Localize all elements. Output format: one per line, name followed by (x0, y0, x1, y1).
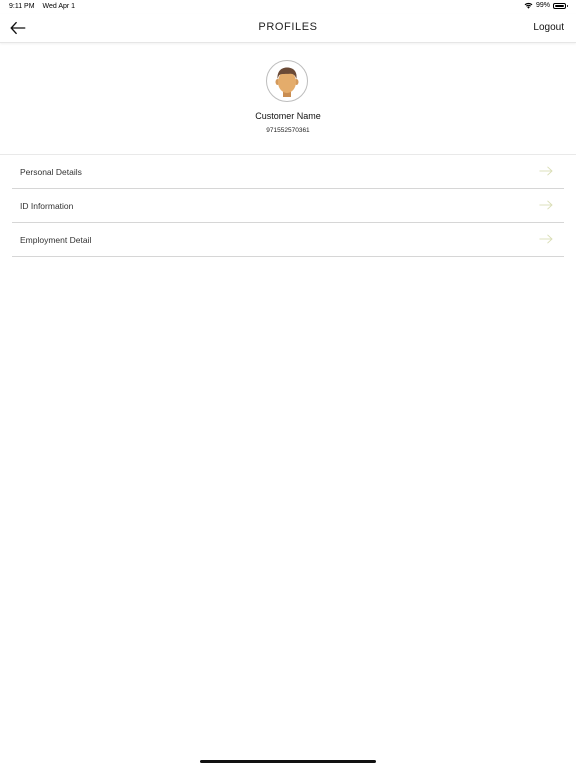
menu-item-personal-details[interactable]: Personal Details (12, 155, 564, 189)
menu-item-id-information[interactable]: ID Information (12, 189, 564, 223)
arrow-right-icon (539, 234, 553, 244)
wifi-icon (524, 2, 533, 9)
battery-tip (566, 4, 568, 7)
menu-item-label: Personal Details (20, 167, 82, 177)
avatar[interactable] (266, 60, 308, 102)
arrow-right-icon (539, 166, 553, 176)
profiles-screen: 9:11 PM Wed Apr 1 99% PROFILES Logout Cu… (0, 0, 576, 768)
customer-name: Customer Name (255, 111, 321, 121)
nav-bar: PROFILES Logout (0, 14, 576, 43)
status-time: 9:11 PM (9, 3, 35, 10)
page-title: PROFILES (258, 21, 318, 33)
status-date: Wed Apr 1 (42, 3, 76, 10)
battery-icon (553, 2, 568, 9)
menu-item-label: Employment Detail (20, 235, 92, 245)
profile-menu-list: Personal Details ID Information Employme… (12, 155, 564, 257)
menu-item-employment-detail[interactable]: Employment Detail (12, 223, 564, 257)
customer-phone: 971552570361 (266, 127, 310, 134)
arrow-right-icon (539, 200, 553, 210)
profile-header: Customer Name 971552570361 (0, 42, 576, 154)
menu-item-label: ID Information (20, 201, 74, 211)
logout-button[interactable]: Logout (533, 22, 564, 33)
status-right: 99% (524, 2, 568, 9)
home-indicator[interactable] (200, 760, 376, 763)
battery-fill (555, 4, 564, 7)
user-avatar-icon (275, 67, 299, 97)
status-bar: 9:11 PM Wed Apr 1 99% (0, 0, 576, 14)
status-left: 9:11 PM Wed Apr 1 (9, 3, 75, 10)
battery-percent: 99% (535, 2, 550, 9)
